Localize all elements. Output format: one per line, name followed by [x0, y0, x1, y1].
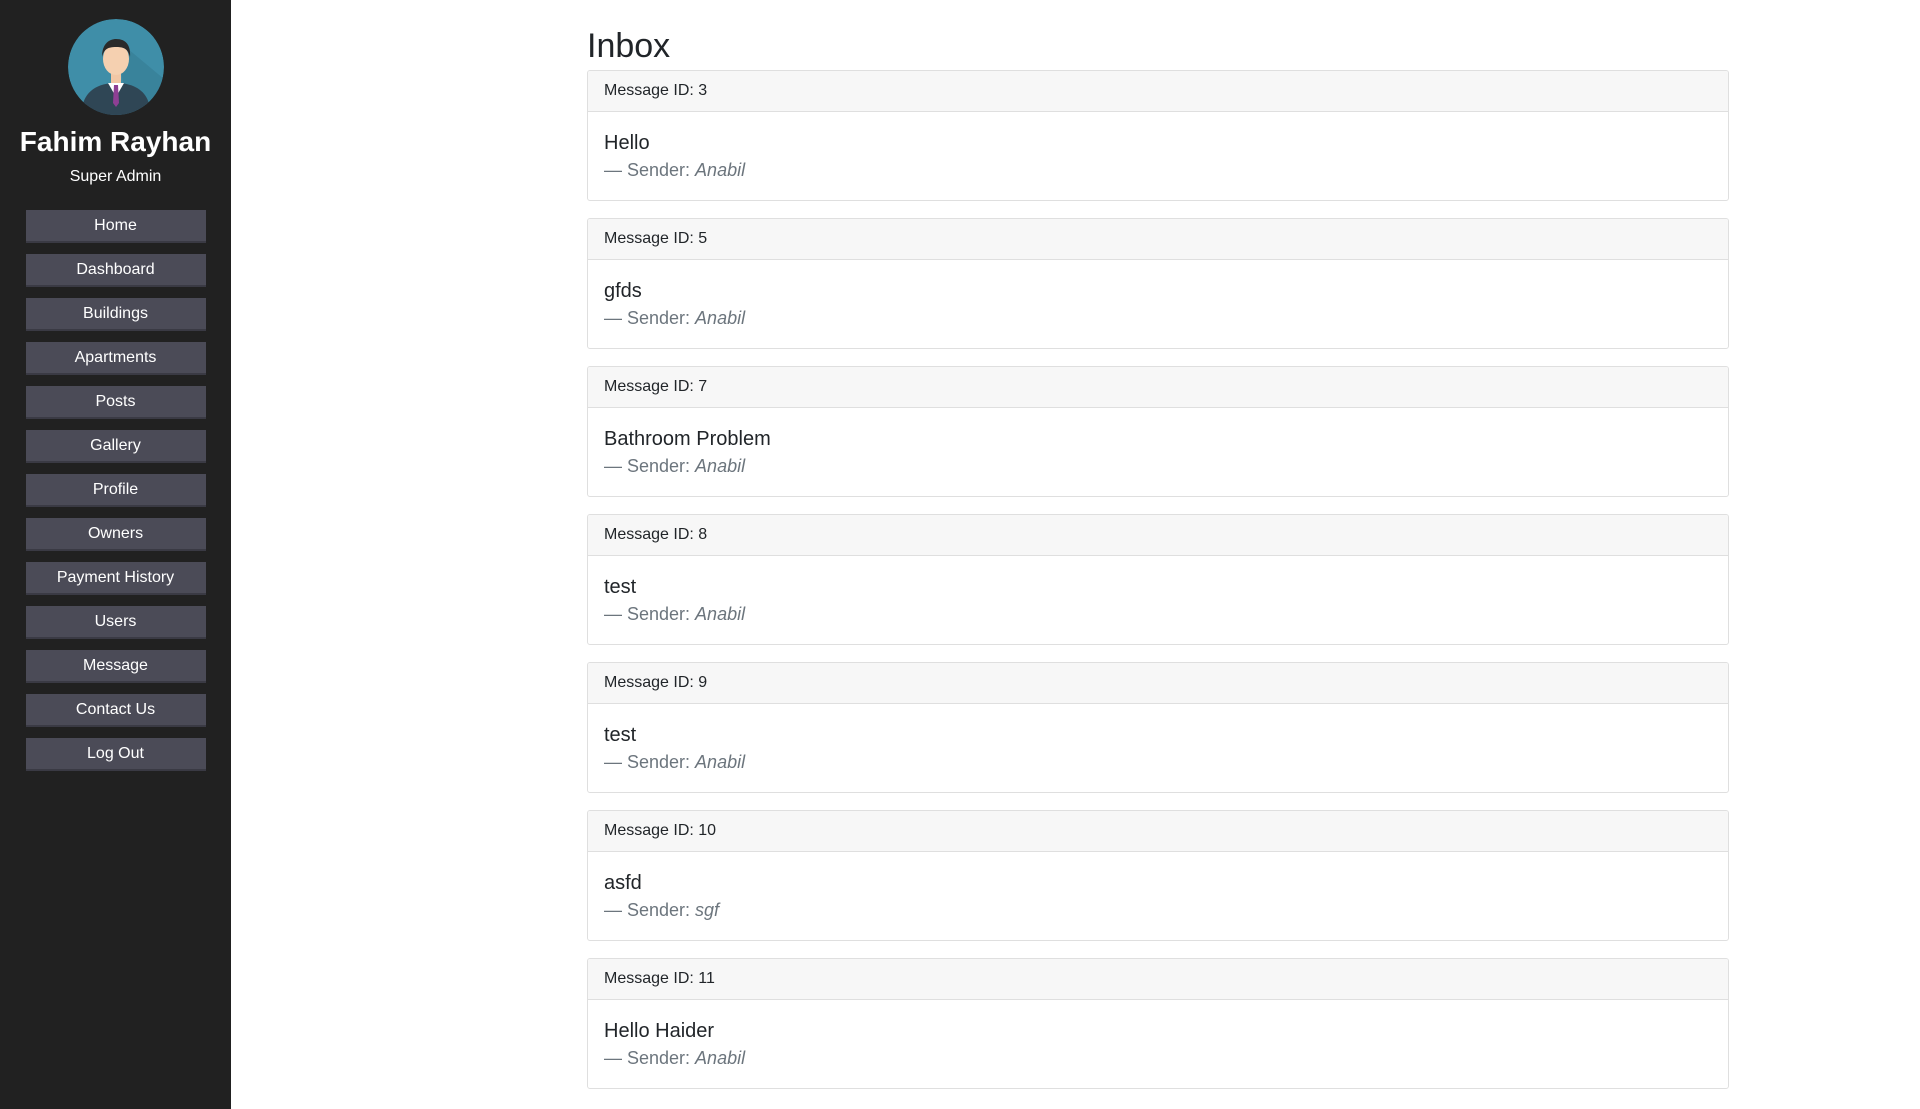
- message-text: test: [604, 724, 637, 746]
- sender-name: Anabil: [695, 456, 746, 476]
- message-body: asfd — Sender: sgf: [588, 852, 1728, 921]
- message-sender-line: — Sender: Anabil: [604, 455, 1712, 477]
- message-card: Message ID: 5 gfds — Sender: Anabil: [587, 218, 1729, 349]
- message-body: test — Sender: Anabil: [588, 556, 1728, 625]
- nav-users-button[interactable]: Users: [25, 606, 206, 639]
- sender-prefix: — Sender:: [604, 456, 696, 476]
- message-body: Hello Haider — Sender: Anabil: [588, 1000, 1728, 1069]
- message-card: Message ID: 3 Hello — Sender: Anabil: [587, 70, 1729, 201]
- sender-prefix: — Sender:: [604, 900, 696, 920]
- message-card: Message ID: 11 Hello Haider — Sender: An…: [587, 958, 1729, 1089]
- sender-prefix: — Sender:: [604, 604, 696, 624]
- message-body: Bathroom Problem — Sender: Anabil: [588, 408, 1728, 477]
- message-sender-line: — Sender: sgf: [604, 899, 1712, 921]
- sender-prefix: — Sender:: [604, 752, 696, 772]
- user-avatar-icon: [67, 19, 164, 115]
- nav-contact-us-button[interactable]: Contact Us: [25, 694, 206, 727]
- message-card: Message ID: 7 Bathroom Problem — Sender:…: [587, 366, 1729, 497]
- message-text: gfds: [604, 280, 642, 302]
- nav-log-out-button[interactable]: Log Out: [25, 738, 206, 771]
- nav-buildings-button[interactable]: Buildings: [25, 298, 206, 331]
- message-text: Hello Haider: [604, 1020, 715, 1042]
- message-id: Message ID: 5: [588, 219, 1728, 260]
- message-card: Message ID: 9 test — Sender: Anabil: [587, 662, 1729, 793]
- sender-prefix: — Sender:: [604, 160, 696, 180]
- nav-dashboard-button[interactable]: Dashboard: [25, 254, 206, 287]
- sender-prefix: — Sender:: [604, 308, 696, 328]
- sender-name: Anabil: [695, 604, 746, 624]
- message-sender-line: — Sender: Anabil: [604, 159, 1712, 181]
- message-sender-line: — Sender: Anabil: [604, 751, 1712, 773]
- message-sender-line: — Sender: Anabil: [604, 307, 1712, 329]
- nav-gallery-button[interactable]: Gallery: [25, 430, 206, 463]
- user-name: Fahim Rayhan: [19, 126, 212, 157]
- sidebar: Fahim Rayhan Super Admin Home Dashboard …: [0, 0, 231, 1109]
- message-id: Message ID: 3: [588, 71, 1728, 112]
- message-text: asfd: [604, 872, 642, 894]
- message-id: Message ID: 11: [588, 959, 1728, 1000]
- message-id: Message ID: 9: [588, 663, 1728, 704]
- nav-payment-history-button[interactable]: Payment History: [25, 562, 206, 595]
- message-text: Hello: [604, 132, 650, 154]
- sender-name: Anabil: [695, 752, 746, 772]
- sender-name: Anabil: [695, 160, 746, 180]
- message-text: test: [604, 576, 637, 598]
- page-title: Inbox: [587, 27, 671, 65]
- message-body: Hello — Sender: Anabil: [588, 112, 1728, 181]
- nav-posts-button[interactable]: Posts: [25, 386, 206, 419]
- sidebar-nav: Home Dashboard Buildings Apartments Post…: [25, 210, 206, 771]
- nav-profile-button[interactable]: Profile: [25, 474, 206, 507]
- message-id: Message ID: 10: [588, 811, 1728, 852]
- main-content: Inbox Message ID: 3 Hello — Sender: Anab…: [587, 0, 1729, 1089]
- avatar[interactable]: [67, 19, 164, 115]
- nav-apartments-button[interactable]: Apartments: [25, 342, 206, 375]
- user-role: Super Admin: [69, 168, 162, 185]
- message-text: Bathroom Problem: [604, 428, 771, 450]
- nav-owners-button[interactable]: Owners: [25, 518, 206, 551]
- message-sender-line: — Sender: Anabil: [604, 1047, 1712, 1069]
- nav-home-button[interactable]: Home: [25, 210, 206, 243]
- message-sender-line: — Sender: Anabil: [604, 603, 1712, 625]
- message-card: Message ID: 8 test — Sender: Anabil: [587, 514, 1729, 645]
- sender-name: Anabil: [695, 308, 746, 328]
- message-body: gfds — Sender: Anabil: [588, 260, 1728, 329]
- message-id: Message ID: 7: [588, 367, 1728, 408]
- sender-name: Anabil: [695, 1048, 746, 1068]
- message-id: Message ID: 8: [588, 515, 1728, 556]
- sender-name: sgf: [695, 900, 720, 920]
- sender-prefix: — Sender:: [604, 1048, 696, 1068]
- nav-message-button[interactable]: Message: [25, 650, 206, 683]
- message-card: Message ID: 10 asfd — Sender: sgf: [587, 810, 1729, 941]
- message-body: test — Sender: Anabil: [588, 704, 1728, 773]
- message-list: Message ID: 3 Hello — Sender: Anabil Mes…: [587, 70, 1729, 1089]
